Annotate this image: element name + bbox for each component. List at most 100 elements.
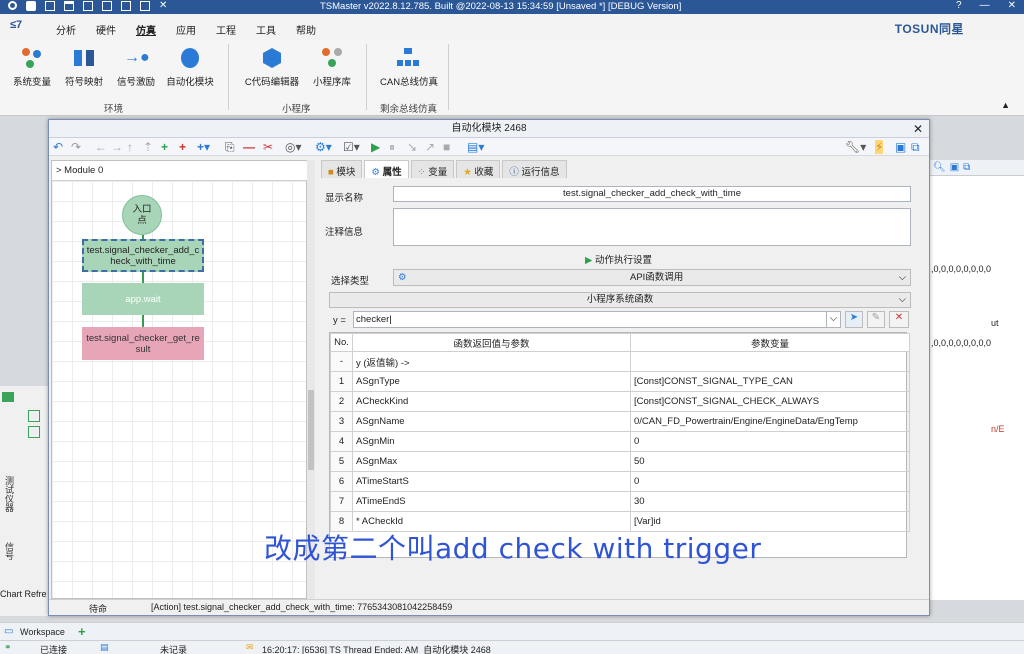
window-icon[interactable]: ▣ <box>895 140 906 154</box>
add-red-icon[interactable]: + <box>179 140 186 154</box>
library-functions-header[interactable]: 小程序系统函数 ⌵ <box>329 292 911 308</box>
close-button[interactable]: ✕ <box>1008 0 1016 11</box>
new-file-icon[interactable] <box>45 1 55 11</box>
redo-icon[interactable]: ↷ <box>71 140 81 154</box>
tab-variables[interactable]: ⁘ 变量 <box>410 160 455 178</box>
add-blue-icon[interactable]: +▾ <box>197 140 210 154</box>
open-folder-icon[interactable] <box>64 1 74 11</box>
window-icon[interactable]: ▣ <box>950 162 959 173</box>
menu-tools[interactable]: 工具 <box>256 22 296 37</box>
workspace-tab[interactable]: Workspace <box>20 627 65 637</box>
table-row[interactable]: 5 ASgnMax 50 <box>330 451 910 472</box>
play-icon[interactable] <box>2 392 14 402</box>
view-icon[interactable]: ◎▾ <box>285 140 302 154</box>
menu-application[interactable]: 应用 <box>176 22 216 37</box>
checkbox-icon[interactable] <box>28 426 40 438</box>
step-over-icon[interactable]: ↗ <box>425 140 435 154</box>
menu-hardware[interactable]: 硬件 <box>96 22 136 37</box>
arrow-right-icon[interactable]: → <box>111 140 123 154</box>
copy-icon[interactable]: ⎘ <box>225 140 235 154</box>
select-type-dropdown[interactable]: ⚙ API函数调用 ⌵ <box>393 269 911 286</box>
pin-icon[interactable]: ⚡ <box>875 140 884 154</box>
table-row[interactable]: 4 ASgnMin 0 <box>330 431 910 452</box>
param-variable[interactable]: [Const]CONST_SIGNAL_TYPE_CAN <box>630 371 910 392</box>
cut-icon[interactable]: ✂ <box>263 140 273 154</box>
symbol-mapping-button[interactable]: 符号映射 <box>56 42 112 98</box>
table-row[interactable]: 1 ASgnType [Const]CONST_SIGNAL_TYPE_CAN <box>330 371 910 392</box>
get-result-node[interactable]: test.signal_checker_get_result <box>82 327 204 360</box>
tab-properties[interactable]: ⚙ 属性 <box>364 160 409 178</box>
dialog-close-icon[interactable]: ✕ <box>913 120 923 138</box>
signal-stimulus-button[interactable]: →● 信号激励 <box>108 42 164 98</box>
signal-tab[interactable]: 信号 <box>3 542 16 560</box>
action-settings-toggle[interactable]: ▶ 动作执行设置 <box>585 252 652 266</box>
mini-program-library-button[interactable]: 小程序库 <box>304 42 360 98</box>
app-wait-node[interactable]: app.wait <box>82 283 204 315</box>
collapse-ribbon-icon[interactable]: ▲ <box>1001 100 1010 110</box>
step-icon[interactable]: ↘ <box>407 140 417 154</box>
tab-favorites[interactable]: ★ 收藏 <box>456 160 501 178</box>
param-variable[interactable]: 0/CAN_FD_Powertrain/Engine/EngineData/En… <box>630 411 910 432</box>
search-icon[interactable]: 🔍︎ <box>933 162 946 173</box>
function-search-input[interactable]: checker| ⌵ <box>353 311 841 328</box>
param-variable[interactable]: 0 <box>630 471 910 492</box>
param-variable[interactable]: 50 <box>630 451 910 472</box>
remove-icon[interactable]: — <box>243 140 255 154</box>
return-row[interactable]: - y (返值输) -> <box>330 351 910 372</box>
minimize-button[interactable]: — <box>980 0 990 11</box>
stop-icon[interactable]: ■ <box>443 140 450 154</box>
add-green-icon[interactable]: + <box>161 140 168 154</box>
chevron-down-icon[interactable]: ⌵ <box>826 311 840 328</box>
can-bus-sim-button[interactable]: CAN总线仿真 <box>380 42 438 98</box>
table-row[interactable]: 6 ATimeStartS 0 <box>330 471 910 492</box>
test-instrument-tab[interactable]: 测试仪器 <box>3 476 16 512</box>
add-workspace-button[interactable]: + <box>78 624 86 639</box>
stop-icon[interactable] <box>26 1 36 11</box>
menu-analysis[interactable]: 分析 <box>56 22 96 37</box>
popout-icon[interactable]: ⧉ <box>911 140 920 154</box>
table-row[interactable]: 2 ACheckKind [Const]CONST_SIGNAL_CHECK_A… <box>330 391 910 412</box>
menu-help[interactable]: 帮助 <box>296 22 336 37</box>
checkbox-icon[interactable] <box>28 410 40 422</box>
export-icon[interactable] <box>121 1 131 11</box>
window-icon[interactable] <box>140 1 150 11</box>
tab-run-info[interactable]: ⓘ 运行信息 <box>502 160 567 178</box>
popout-icon[interactable]: ⧉ <box>963 162 970 173</box>
script-icon[interactable]: ▤▾ <box>467 140 484 154</box>
run-icon[interactable]: ▶ <box>371 140 380 154</box>
menu-simulation[interactable]: 仿真 <box>136 22 176 37</box>
table-row[interactable]: 3 ASgnName 0/CAN_FD_Powertrain/Engine/En… <box>330 411 910 432</box>
c-code-editor-button[interactable]: C代码编辑器 <box>244 42 300 98</box>
settings-icon[interactable] <box>8 1 17 10</box>
gear-icon[interactable]: ⚙▾ <box>315 140 332 154</box>
entry-point-node[interactable]: 入口 点 <box>122 195 162 235</box>
param-variable[interactable]: 30 <box>630 491 910 512</box>
edit-icon[interactable]: ✎ <box>867 311 885 328</box>
add-check-node[interactable]: test.signal_checker_add_check_with_time <box>82 239 204 272</box>
close-project-icon[interactable]: ✕ <box>159 1 169 11</box>
scrollbar-thumb[interactable] <box>308 390 314 470</box>
arrow-left-icon[interactable]: ← <box>95 140 107 154</box>
checklist-icon[interactable]: ☑▾ <box>343 140 360 154</box>
automation-module-button[interactable]: 自动化模块 <box>162 42 218 98</box>
menu-project[interactable]: 工程 <box>216 22 256 37</box>
display-name-field[interactable]: test.signal_checker_add_check_with_time <box>393 186 911 202</box>
param-variable[interactable]: 0 <box>630 431 910 452</box>
save-as-icon[interactable] <box>102 1 112 11</box>
arrow-up-top-icon[interactable]: ⇡ <box>143 140 153 154</box>
comment-field[interactable] <box>393 208 911 246</box>
table-row[interactable]: 7 ATimeEndS 30 <box>330 491 910 512</box>
wrench-icon[interactable]: 🔧︎▾ <box>845 140 866 154</box>
system-variables-button[interactable]: 系统变量 <box>4 42 60 98</box>
clear-icon[interactable]: ✕ <box>889 311 909 328</box>
save-icon[interactable] <box>83 1 93 11</box>
param-variable[interactable]: [Const]CONST_SIGNAL_CHECK_ALWAYS <box>630 391 910 412</box>
module-header[interactable]: > Module 0 <box>52 161 308 181</box>
help-button[interactable]: ? <box>956 0 962 11</box>
select-pointer-icon[interactable]: ➤ <box>845 311 863 328</box>
param-variable[interactable] <box>630 351 910 372</box>
arrow-up-icon[interactable]: ↑ <box>127 140 133 154</box>
undo-icon[interactable]: ↶ <box>53 140 63 154</box>
tab-module[interactable]: ■ 模块 <box>321 160 363 178</box>
pause-icon[interactable]: ⏸ <box>389 140 395 154</box>
